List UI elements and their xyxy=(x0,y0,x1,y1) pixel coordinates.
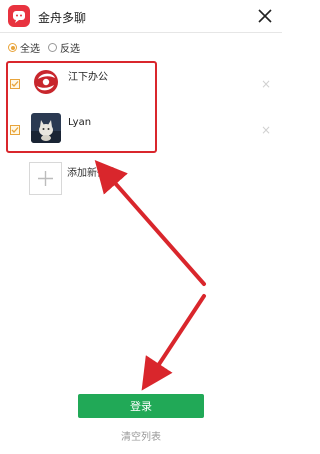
header-divider xyxy=(0,32,282,33)
invert-selection-radio[interactable]: 反选 xyxy=(48,40,80,55)
select-all-radio[interactable]: 全选 xyxy=(8,40,40,55)
login-button[interactable]: 登录 xyxy=(78,394,204,418)
radio-unselected-icon xyxy=(48,43,57,52)
annotation-arrow-up xyxy=(94,159,206,286)
clear-list-link[interactable]: 清空列表 xyxy=(0,428,282,443)
app-logo-icon xyxy=(8,5,30,27)
radio-selected-icon xyxy=(8,43,17,52)
remove-account-icon[interactable]: × xyxy=(261,78,271,90)
select-all-label: 全选 xyxy=(20,44,40,55)
remove-account-icon[interactable]: × xyxy=(261,124,271,136)
invert-selection-label: 反选 xyxy=(60,44,80,55)
close-button[interactable] xyxy=(252,3,278,29)
plus-icon xyxy=(38,171,53,186)
window-title: 金舟多聊 xyxy=(38,11,87,25)
annotation-arrow-down xyxy=(141,294,206,391)
highlight-box xyxy=(6,61,157,153)
close-icon xyxy=(258,9,272,23)
add-account-button[interactable] xyxy=(29,162,62,195)
add-account-label[interactable]: 添加新微信 xyxy=(67,164,117,179)
